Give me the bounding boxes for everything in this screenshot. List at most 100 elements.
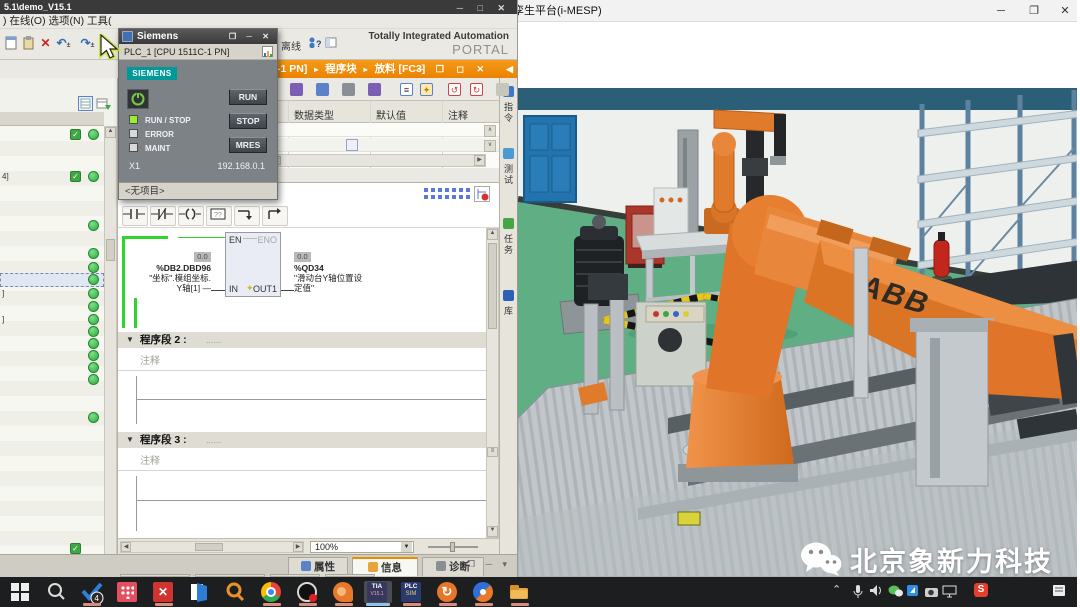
network-status-icon[interactable] [474, 186, 490, 202]
tasks-icon[interactable] [503, 218, 514, 229]
notification-center-icon[interactable] [1052, 584, 1074, 606]
empty-box-icon[interactable]: ?? [206, 206, 232, 226]
add-entry-icon[interactable] [346, 139, 358, 151]
run-button[interactable]: RUN [229, 89, 267, 105]
sogou-tray-icon[interactable]: S [974, 583, 996, 605]
siemens-panel-controls[interactable]: ❐ ─ ✕ [229, 29, 273, 44]
testing-icon[interactable] [503, 148, 514, 159]
tree-row[interactable] [0, 373, 104, 387]
input-address[interactable]: %DB2.DBD96 [142, 263, 211, 273]
help-icon[interactable]: ? [307, 36, 322, 51]
twin-close-button[interactable]: ✕ [1052, 0, 1078, 22]
gear-app-icon[interactable] [472, 581, 494, 603]
tree-row[interactable]: ✓ [0, 128, 104, 142]
output-address[interactable]: %QD34 [294, 263, 324, 273]
recorder-app-icon[interactable]: ↻ [436, 581, 458, 603]
tree-view-toggle-icon[interactable] [78, 96, 93, 111]
red-grid-app-icon[interactable] [116, 581, 138, 603]
move-block[interactable]: EN ENO IN ✦ OUT1 [225, 232, 281, 297]
editor-window-controls[interactable]: ─ ❐ ◻ ✕ [417, 60, 489, 78]
compile-icon[interactable] [316, 83, 329, 96]
tree-row[interactable] [0, 411, 104, 425]
contact-no-icon[interactable] [122, 206, 148, 226]
ladder-hscroll[interactable]: ◀ ▶ [120, 541, 304, 553]
start-button[interactable] [10, 581, 32, 603]
tree-row[interactable]: 4]✓ [0, 170, 104, 184]
orange-bird-app-icon[interactable] [332, 581, 354, 603]
chrome-icon[interactable] [260, 581, 282, 603]
col-datatype[interactable]: 数据类型 [294, 107, 334, 122]
meeting-app-icon[interactable]: 4 [80, 581, 102, 603]
network-3-header[interactable]: ▼程序段 3 : ...... [118, 432, 486, 448]
row-down-icon[interactable]: ∨ [484, 140, 496, 152]
tab-tasks[interactable]: 任务 [502, 234, 515, 256]
plcsim-taskbar-icon[interactable]: PLCSIM [400, 581, 422, 603]
tree-row[interactable] [0, 273, 104, 287]
network-2-comment[interactable]: 注释 [140, 352, 160, 367]
tia-portal-taskbar-icon[interactable]: TIAV15.1 [364, 581, 392, 603]
tree-row[interactable] [0, 219, 104, 233]
tree-row[interactable] [0, 247, 104, 261]
stop-button[interactable]: STOP [229, 113, 267, 129]
monitor-on-off-icon[interactable]: ✦ [420, 83, 433, 96]
upload-icon[interactable] [368, 83, 381, 96]
power-button[interactable] [127, 89, 149, 109]
twin-restore-button[interactable]: ❐ [1021, 0, 1047, 22]
libraries-icon[interactable] [503, 290, 514, 301]
rename-icon[interactable] [290, 83, 303, 96]
zoom-dropdown-icon[interactable]: ▼ [401, 542, 412, 552]
ladder-scrollbar[interactable]: ▲ ≡ ▼ [486, 228, 499, 538]
jump-icon[interactable] [496, 83, 509, 96]
twin-title-bar[interactable]: 孪生平台(i-MESP) ─ ❐ ✕ [518, 0, 1080, 22]
delete-icon[interactable]: ✕ [38, 36, 53, 51]
siemens-panel-title-bar[interactable]: Siemens ❐ ─ ✕ [119, 29, 277, 44]
call-env-icon[interactable]: ↺ [448, 83, 461, 96]
new-document-icon[interactable] [4, 36, 19, 51]
paste-icon[interactable] [21, 36, 36, 51]
tia-menu-bar[interactable]: ) 在线(O) 选项(N) 工具( [0, 14, 517, 29]
orange-search-app-icon[interactable] [224, 581, 246, 603]
coil-icon[interactable] [178, 206, 204, 226]
tree-row[interactable]: ] [0, 287, 104, 301]
zoom-slider[interactable] [428, 546, 478, 548]
tab-instructions[interactable]: 指令 [502, 102, 515, 124]
redo-icon[interactable]: ↷± [80, 36, 95, 51]
zoom-slider-thumb[interactable] [450, 542, 455, 552]
open-branch-icon[interactable] [234, 206, 260, 226]
device-chart-icon[interactable] [262, 46, 273, 57]
display-tray-icon[interactable] [942, 585, 964, 607]
tree-row[interactable] [0, 300, 104, 314]
taskbar-search-icon[interactable] [46, 581, 68, 603]
ladder-editor[interactable]: EN ENO IN ✦ OUT1 0.0 %DB2.DBD96 "坐标".模组坐… [118, 228, 486, 538]
tia-menu-items[interactable]: ) 在线(O) 选项(N) 工具( [3, 15, 111, 27]
blue-doc-app-icon[interactable] [188, 581, 210, 603]
contact-nc-icon[interactable] [150, 206, 176, 226]
zoom-select[interactable]: 100% ▼ [310, 541, 414, 553]
go-offline-button[interactable]: 离线 [281, 38, 301, 53]
col-comment[interactable]: 注释 [448, 107, 468, 122]
collapse-left-icon[interactable]: ◀ [506, 60, 513, 78]
close-branch-icon[interactable] [262, 206, 288, 226]
red-x-app-icon[interactable]: ✕ [152, 581, 174, 603]
mres-button[interactable]: MRES [229, 137, 267, 153]
network-3-comment[interactable]: 注释 [140, 452, 160, 467]
tree-scrollbar[interactable]: ▲ [104, 126, 117, 555]
tab-testing[interactable]: 测试 [502, 164, 515, 186]
absolute-operands-icon[interactable]: ≡ [400, 83, 413, 96]
network-2-header[interactable]: ▼程序段 2 : ...... [118, 332, 486, 348]
tia-title-bar[interactable]: 5.1\demo_V15.1 ─ □ ✕ [0, 0, 517, 14]
breadcrumb[interactable]: -1 PN] ▸ 程序块 ▸ 放料 [FC3] [277, 60, 425, 79]
tia-window-controls[interactable]: ─ □ ✕ [457, 1, 511, 15]
window-layout-icon[interactable] [324, 36, 339, 51]
row-up-icon[interactable]: ∧ [484, 125, 496, 137]
file-explorer-icon[interactable] [508, 581, 530, 603]
twin-minimize-button[interactable]: ─ [988, 0, 1014, 22]
call-hierarchy-icon[interactable]: ↻ [470, 83, 483, 96]
table-export-icon[interactable] [96, 96, 111, 111]
tab-libraries[interactable]: 库 [502, 306, 515, 317]
breadcrumb-program-blocks[interactable]: 程序块 [325, 63, 357, 75]
col-default[interactable]: 默认值 [376, 107, 406, 122]
inspector-window-controls[interactable]: ❐ ─ ▾ [467, 559, 511, 570]
media-player-icon[interactable] [296, 581, 318, 603]
download-icon[interactable] [342, 83, 355, 96]
